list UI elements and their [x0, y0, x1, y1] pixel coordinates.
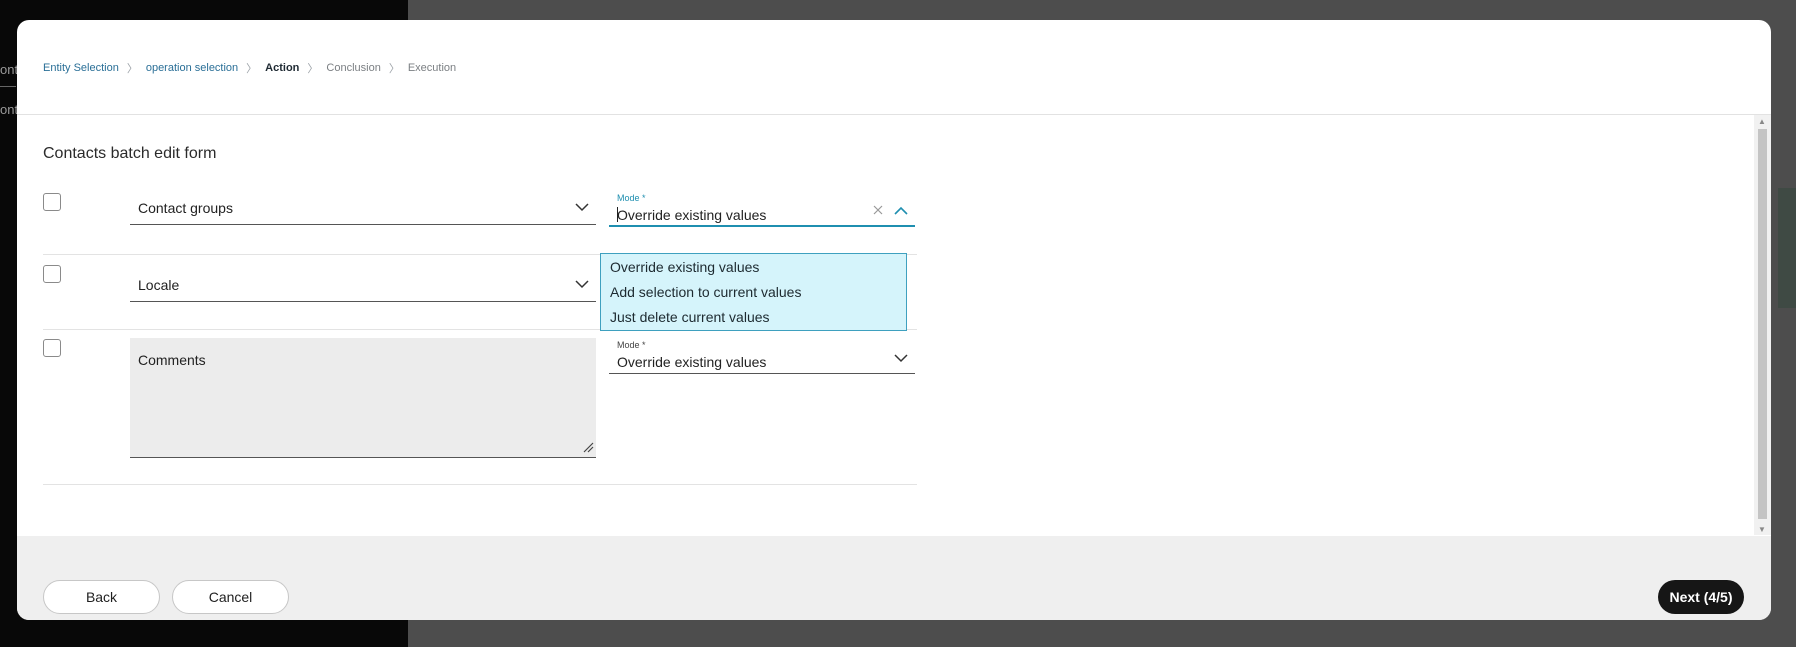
row-checkbox[interactable] [43, 339, 61, 357]
breadcrumb-conclusion: Conclusion [326, 62, 381, 74]
mode-option-override[interactable]: Override existing values [601, 254, 906, 279]
comments-textarea[interactable]: Comments [130, 338, 596, 458]
breadcrumb-separator-icon: 〉 [307, 63, 319, 75]
chevron-up-icon[interactable] [893, 203, 909, 219]
form-row-contact-groups: Contact groups Mode * Override existing … [43, 179, 917, 255]
field-select-value: Contact groups [138, 200, 233, 216]
background-row: › [1778, 248, 1796, 278]
mode-label: Mode * [617, 193, 646, 203]
field-select[interactable]: Contact groups [130, 191, 596, 225]
breadcrumb-execution: Execution [407, 62, 457, 74]
breadcrumb-action: Action [265, 62, 300, 74]
cancel-button[interactable]: Cancel [172, 580, 289, 614]
form-row-comments: Comments Mode * Override existing values [43, 330, 917, 485]
mode-select[interactable]: Mode * Override existing values [609, 191, 915, 227]
mode-select[interactable]: Mode * Override existing values [609, 338, 915, 374]
scroll-up-icon[interactable]: ▲ [1758, 117, 1766, 126]
background-divider [0, 86, 16, 87]
background-row: › [1778, 278, 1796, 308]
breadcrumb: Entity Selection 〉 operation selection 〉… [43, 60, 456, 76]
field-select-value: Locale [138, 277, 180, 293]
mode-value: Override existing values [617, 354, 767, 370]
breadcrumb-operation-selection[interactable]: operation selection [146, 62, 238, 74]
chevron-down-icon [894, 354, 908, 363]
breadcrumb-separator-icon: 〉 [246, 63, 258, 75]
row-checkbox[interactable] [43, 265, 61, 283]
modal-footer: Back Cancel Next (4/5) [17, 536, 1771, 620]
clear-icon[interactable] [871, 203, 885, 217]
chevron-down-icon [575, 203, 589, 212]
chevron-down-icon [575, 280, 589, 289]
back-button[interactable]: Back [43, 580, 160, 614]
breadcrumb-entity-selection[interactable]: Entity Selection [43, 62, 119, 74]
field-select[interactable]: Locale [130, 268, 596, 302]
background-text: ont [0, 102, 19, 117]
batch-edit-modal: Entity Selection 〉 operation selection 〉… [17, 20, 1771, 620]
next-button[interactable]: Next (4/5) [1658, 580, 1744, 614]
mode-option-add-selection[interactable]: Add selection to current values [601, 279, 906, 304]
comments-placeholder: Comments [138, 352, 206, 368]
breadcrumb-separator-icon: 〉 [126, 63, 138, 75]
mode-input-value: Override existing values [617, 207, 767, 223]
background-text: ont [0, 62, 19, 77]
resize-handle-icon[interactable] [582, 441, 594, 453]
mode-option-just-delete[interactable]: Just delete current values [601, 304, 906, 329]
background-row: › [1778, 188, 1796, 218]
breadcrumb-separator-icon: 〉 [388, 63, 400, 75]
scroll-down-icon[interactable]: ▼ [1758, 525, 1766, 534]
mode-label: Mode * [617, 340, 646, 350]
form-title: Contacts batch edit form [43, 145, 217, 162]
background-row: › [1778, 218, 1796, 248]
mode-dropdown-menu: Override existing values Add selection t… [600, 253, 907, 331]
vertical-scrollbar[interactable]: ▲ ▼ [1754, 115, 1771, 535]
scrollbar-thumb[interactable] [1758, 129, 1767, 519]
row-checkbox[interactable] [43, 193, 61, 211]
